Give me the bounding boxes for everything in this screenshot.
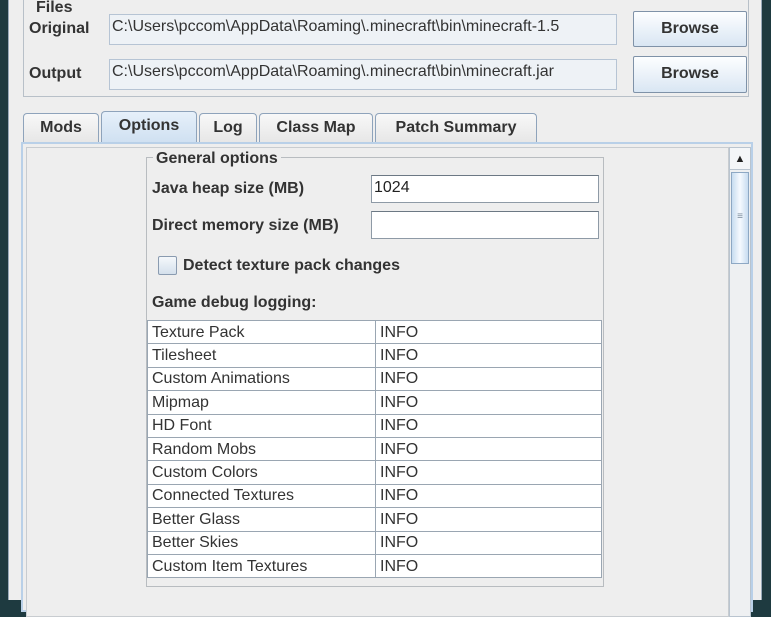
category-cell[interactable]: Custom Item Textures (147, 553, 376, 579)
category-cell[interactable]: Better Glass (147, 507, 376, 532)
log-level-cell[interactable]: INFO (375, 319, 602, 345)
tab-class-map[interactable]: Class Map (259, 113, 373, 143)
tab-options[interactable]: Options (101, 111, 197, 143)
table-row[interactable]: Texture Pack INFO (147, 319, 602, 345)
table-row[interactable]: Custom Animations INFO (147, 366, 602, 392)
table-row[interactable]: Connected Textures INFO (147, 483, 602, 509)
detect-texture-pack-label[interactable]: Detect texture pack changes (183, 257, 400, 275)
table-row[interactable]: Custom Item Textures INFO (147, 553, 602, 579)
game-debug-logging-label: Game debug logging: (152, 294, 317, 311)
direct-memory-input[interactable] (371, 211, 599, 239)
log-level-cell[interactable]: INFO (375, 553, 602, 579)
output-label: Output (29, 65, 82, 82)
log-level-cell[interactable]: INFO (375, 507, 602, 532)
log-level-cell[interactable]: INFO (375, 413, 602, 438)
log-level-cell[interactable]: INFO (375, 483, 602, 509)
category-cell[interactable]: Custom Colors (147, 460, 376, 485)
table-row[interactable]: Mipmap INFO (147, 390, 602, 415)
log-level-cell[interactable]: INFO (375, 366, 602, 392)
log-level-cell[interactable]: INFO (375, 343, 602, 368)
files-group-title: Files (33, 0, 76, 16)
main-window: Files Original C:\Users\pccom\AppData\Ro… (8, 0, 762, 617)
category-cell[interactable]: Connected Textures (147, 483, 376, 509)
category-cell[interactable]: Custom Animations (147, 366, 376, 392)
output-path-field[interactable]: C:\Users\pccom\AppData\Roaming\.minecraf… (109, 59, 617, 90)
category-cell[interactable]: Texture Pack (147, 319, 376, 345)
log-level-cell[interactable]: INFO (375, 390, 602, 415)
tab-log[interactable]: Log (199, 113, 257, 143)
scroll-up-arrow-icon[interactable]: ▲ (730, 148, 750, 170)
table-row[interactable]: Custom Colors INFO (147, 460, 602, 485)
table-row[interactable]: Tilesheet INFO (147, 343, 602, 368)
category-cell[interactable]: Better Skies (147, 530, 376, 555)
original-path-field[interactable]: C:\Users\pccom\AppData\Roaming\.minecraf… (109, 14, 617, 45)
table-row[interactable]: Better Glass INFO (147, 507, 602, 532)
original-browse-button[interactable]: Browse (633, 11, 747, 47)
direct-memory-label: Direct memory size (MB) (152, 217, 339, 234)
table-row[interactable]: HD Font INFO (147, 413, 602, 438)
tab-patch-summary[interactable]: Patch Summary (375, 113, 537, 143)
original-browse-label: Browse (661, 20, 719, 37)
category-cell[interactable]: HD Font (147, 413, 376, 438)
log-level-cell[interactable]: INFO (375, 530, 602, 555)
category-cell[interactable]: Mipmap (147, 390, 376, 415)
java-heap-label: Java heap size (MB) (152, 180, 305, 197)
vertical-scrollbar[interactable]: ▲ ≡ (729, 147, 751, 617)
category-cell[interactable]: Random Mobs (147, 436, 376, 462)
log-level-cell[interactable]: INFO (375, 436, 602, 462)
log-level-cell[interactable]: INFO (375, 460, 602, 485)
category-cell[interactable]: Tilesheet (147, 343, 376, 368)
output-browse-label: Browse (661, 65, 719, 82)
debug-logging-table: Texture Pack INFO Tilesheet INFO Custom Anim… (147, 319, 602, 579)
original-label: Original (29, 20, 90, 37)
tab-mods[interactable]: Mods (23, 113, 99, 143)
scroll-thumb[interactable]: ≡ (731, 172, 749, 264)
general-options-title: General options (153, 150, 281, 168)
java-heap-input[interactable]: 1024 (371, 175, 599, 203)
table-row[interactable]: Better Skies INFO (147, 530, 602, 555)
table-row[interactable]: Random Mobs INFO (147, 436, 602, 462)
output-browse-button[interactable]: Browse (633, 56, 747, 93)
detect-texture-pack-checkbox[interactable] (158, 256, 177, 275)
